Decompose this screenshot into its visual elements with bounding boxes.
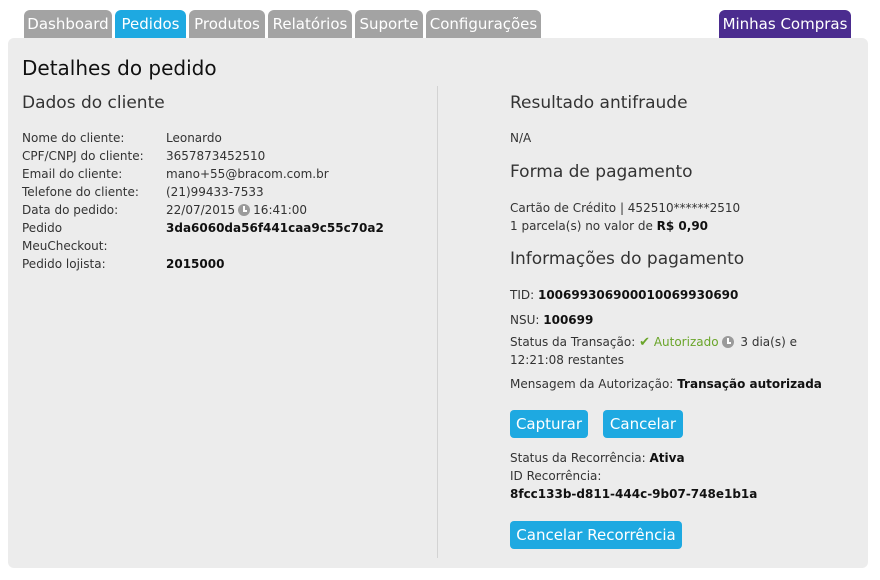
value-tid: 1006993069000100699306​90	[537, 288, 739, 302]
installments-text: 1 parcela(s) no valor de	[510, 219, 653, 233]
label-email: Email do cliente:	[22, 167, 123, 181]
label-tid: TID:	[510, 288, 535, 302]
label-status-recorrencia: Status da Recorrência:	[510, 451, 646, 465]
value-status-transacao: Autorizado	[653, 335, 719, 349]
label-status-transacao: Status da Transação:	[510, 335, 636, 349]
page-title: Detalhes do pedido	[22, 56, 217, 80]
value-time: 16:41:00	[253, 203, 308, 217]
value-antifraude: N/A	[510, 131, 532, 145]
section-title-antifraude: Resultado antifraude	[510, 93, 688, 113]
section-title-pagamento: Forma de pagamento	[510, 162, 693, 182]
label-mensagem: Mensagem da Autorização:	[510, 377, 674, 391]
value-status-recorrencia: Ativa	[649, 451, 685, 465]
tab-relatorios[interactable]: Relatórios	[268, 10, 352, 38]
clock-icon	[238, 204, 251, 216]
label-nome: Nome do cliente:	[22, 131, 125, 145]
tab-dashboard[interactable]: Dashboard	[24, 10, 112, 38]
cancelar-recorrencia-button[interactable]: Cancelar Recorrência	[510, 521, 682, 549]
value-pedido-meucheckout: 3da6060da56f441caa9c55c70a2	[166, 221, 384, 235]
value-nome: Leonardo	[166, 131, 222, 145]
value-nsu: 100699	[543, 313, 594, 327]
label-pedido-lojista: Pedido lojista:	[22, 257, 106, 271]
label-nsu: NSU:	[510, 313, 540, 327]
tab-minhas-compras[interactable]: Minhas Compras	[719, 10, 851, 38]
tab-configuracoes[interactable]: Configurações	[426, 10, 541, 38]
value-installments: 1 parcela(s) no valor de R$ 0,90	[510, 219, 708, 233]
value-card: Cartão de Crédito | 452510******2510	[510, 201, 741, 215]
value-data-pedido: 22/07/2015 16:41:00	[166, 203, 307, 217]
label-data-pedido: Data do pedido:	[22, 203, 119, 217]
label-pedido-meucheckout-1: Pedido	[22, 221, 63, 235]
value-date: 22/07/2015	[166, 203, 236, 217]
row-tid: TID: 1006993069000100699306​90	[510, 288, 738, 302]
check-icon: ✔	[639, 335, 650, 350]
cancelar-button[interactable]: Cancelar	[603, 410, 683, 438]
value-telefone: (21)99433-7533	[166, 185, 264, 199]
value-pedido-lojista: 2015000	[166, 257, 225, 271]
tab-produtos[interactable]: Produtos	[189, 10, 265, 38]
order-details-panel: Detalhes do pedido Dados do cliente Nome…	[8, 38, 868, 568]
value-remaining-2: 12:21:08 restantes	[510, 353, 625, 367]
installments-value: R$ 0,90	[656, 219, 709, 233]
value-mensagem: Transação autorizada	[677, 377, 822, 391]
capturar-button[interactable]: Capturar	[510, 410, 588, 438]
row-status-transacao: Status da Transação: ✔ Autorizado 3 dia(…	[510, 335, 797, 350]
main-nav-tabs: Dashboard Pedidos Produtos Relatórios Su…	[24, 10, 880, 38]
label-pedido-meucheckout-2: MeuCheckout:	[22, 239, 108, 253]
section-title-cliente: Dados do cliente	[22, 93, 165, 113]
tab-pedidos[interactable]: Pedidos	[115, 10, 186, 38]
value-id-recorrencia: 8fcc133b-d811-444c-9b07-748e1b1a	[510, 487, 758, 501]
value-remaining-1: 3 dia(s) e	[740, 335, 797, 349]
row-status-recorrencia: Status da Recorrência: Ativa	[510, 451, 685, 465]
column-divider	[437, 86, 438, 558]
value-email: mano+55@bracom.com.br	[166, 167, 329, 181]
label-id-recorrencia: ID Recorrência:	[510, 469, 602, 483]
row-nsu: NSU: 100699	[510, 313, 593, 327]
label-telefone: Telefone do cliente:	[22, 185, 139, 199]
tab-suporte[interactable]: Suporte	[355, 10, 423, 38]
label-cpf: CPF/CNPJ do cliente:	[22, 149, 144, 163]
section-title-info-pagamento: Informações do pagamento	[510, 249, 745, 269]
value-cpf: 3657873452510	[166, 149, 266, 163]
row-mensagem-autorizacao: Mensagem da Autorização: Transação autor…	[510, 377, 822, 391]
clock-icon	[721, 336, 734, 348]
